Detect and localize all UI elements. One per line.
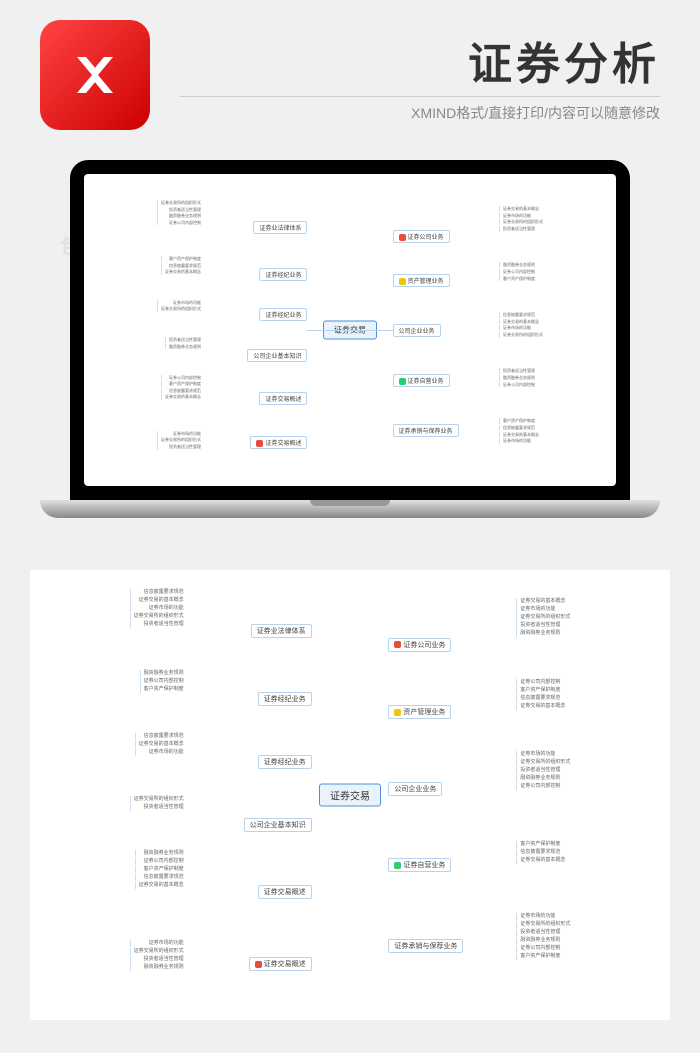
xmind-logo-icon: [40, 20, 150, 130]
mindmap-center-node: 证券交易: [319, 784, 381, 807]
leaf-cluster: 证券公司内部控制客户资产保护制度信息披露要求规范证券交易的基本概念: [161, 374, 201, 401]
branch-node: 证券业法律体系: [251, 624, 312, 638]
leaf-cluster: 证券交易所的组织形式投资者适当性管理融资融券业务规则证券公司内部控制: [157, 199, 201, 226]
branch-node: 证券经纪业务: [258, 755, 312, 769]
leaf-cluster: 证券公司内部控制客户资产保护制度信息披露要求规范证券交易的基本概念: [516, 678, 565, 711]
branch-node: 证券交易概述: [258, 885, 312, 899]
branch-node: 证券交易概述: [249, 957, 312, 971]
page-title: 证券分析: [180, 28, 660, 92]
priority-marker-icon: [256, 440, 263, 447]
branch-node: 资产管理业务: [388, 705, 451, 719]
branch-node: 证券公司业务: [393, 230, 450, 243]
branch-node: 证券自营业务: [393, 374, 450, 387]
leaf-cluster: 证券交易的基本概念证券市场的功能证券交易所的组织形式投资者适当性管理融资融券业务…: [516, 597, 570, 638]
mindmap-small: 证券交易 证券公司业务 资产管理业务 公司企业业务 证券自营业务 证券承销与保荐…: [84, 174, 616, 486]
branch-node: 证券交易概述: [259, 392, 307, 405]
leaf-cluster: 客户资产保护制度信息披露要求规范证券交易的基本概念: [161, 255, 201, 276]
laptop-notch: [310, 500, 390, 506]
branch-node: 证券承销与保荐业务: [393, 424, 459, 437]
branch-node: 公司企业基本知识: [247, 349, 307, 362]
priority-marker-icon: [394, 709, 401, 716]
leaf-cluster: 证券交易所的组织形式投资者适当性管理: [130, 795, 184, 812]
leaf-cluster: 证券市场的功能证券交易所的组织形式: [157, 299, 201, 313]
branch-node: 证券自营业务: [388, 858, 451, 872]
leaf-cluster: 投资者适当性管理融资融券业务规则: [165, 336, 201, 350]
leaf-cluster: 信息披露要求规范证券交易的基本概念证券市场的功能证券交易所的组织形式投资者适当性…: [130, 588, 184, 629]
branch-node: 公司企业基本知识: [244, 818, 312, 832]
branch-node: 证券公司业务: [388, 638, 451, 652]
leaf-cluster: 证券市场的功能证券交易所的组织形式投资者适当性管理融资融券业务规则证券公司内部控…: [516, 912, 570, 961]
priority-marker-icon: [255, 961, 262, 968]
leaf-cluster: 客户资产保护制度信息披露要求规范证券交易的基本概念: [516, 840, 565, 865]
leaf-cluster: 融资融券业务规则证券公司内部控制客户资产保护制度: [140, 669, 184, 694]
laptop-base: [40, 500, 660, 518]
connector-line: [350, 330, 393, 331]
priority-marker-icon: [399, 278, 406, 285]
branch-node: 公司企业业务: [393, 324, 441, 337]
page-subtitle: XMIND格式/直接打印/内容可以随意修改: [180, 96, 660, 123]
mindmap-large: 证券交易 证券公司业务 资产管理业务 公司企业业务 证券自营业务 证券承销与保荐…: [30, 570, 670, 1020]
priority-marker-icon: [399, 378, 406, 385]
leaf-cluster: 证券市场的功能证券交易所的组织形式投资者适当性管理融资融券业务规则证券公司内部控…: [516, 750, 570, 791]
branch-node: 资产管理业务: [393, 274, 450, 287]
branch-node: 证券经纪业务: [258, 692, 312, 706]
title-block: 证券分析 XMIND格式/直接打印/内容可以随意修改: [180, 28, 660, 123]
leaf-cluster: 信息披露要求规范证券交易的基本概念证券市场的功能证券交易所的组织形式: [499, 311, 543, 338]
leaf-cluster: 证券市场的功能证券交易所的组织形式投资者适当性管理融资融券业务规则: [130, 939, 184, 972]
leaf-cluster: 投资者适当性管理融资融券业务规则证券公司内部控制: [499, 367, 535, 388]
priority-marker-icon: [394, 862, 401, 869]
branch-node: 证券经纪业务: [259, 308, 307, 321]
laptop-display: 证券交易 证券公司业务 资产管理业务 公司企业业务 证券自营业务 证券承销与保荐…: [84, 174, 616, 486]
branch-node: 证券承销与保荐业务: [388, 939, 463, 953]
branch-node: 公司企业业务: [388, 782, 442, 796]
priority-marker-icon: [399, 234, 406, 241]
branch-node: 证券业法律体系: [253, 221, 307, 234]
full-mindmap-preview: 证券交易 证券公司业务 资产管理业务 公司企业业务 证券自营业务 证券承销与保荐…: [30, 570, 670, 1020]
leaf-cluster: 融资融券业务规则证券公司内部控制客户资产保护制度: [499, 261, 535, 282]
leaf-cluster: 信息披露要求规范证券交易的基本概念证券市场的功能: [135, 732, 184, 757]
xmind-x-icon: [65, 45, 125, 105]
priority-marker-icon: [394, 641, 401, 648]
leaf-cluster: 证券交易的基本概念证券市场的功能证券交易所的组织形式投资者适当性管理: [499, 205, 543, 232]
branch-node: 证券交易概述: [250, 436, 307, 449]
connector-line: [307, 330, 350, 331]
branch-node: 证券经纪业务: [259, 268, 307, 281]
header: 证券分析 XMIND格式/直接打印/内容可以随意修改: [0, 20, 700, 130]
leaf-cluster: 客户资产保护制度信息披露要求规范证券交易的基本概念证券市场的功能: [499, 417, 539, 444]
laptop-mockup: 证券交易 证券公司业务 资产管理业务 公司企业业务 证券自营业务 证券承销与保荐…: [70, 160, 630, 518]
leaf-cluster: 融资融券业务规则证券公司内部控制客户资产保护制度信息披露要求规范证券交易的基本概…: [135, 849, 184, 890]
laptop-screen: 证券交易 证券公司业务 资产管理业务 公司企业业务 证券自营业务 证券承销与保荐…: [70, 160, 630, 500]
leaf-cluster: 证券市场的功能证券交易所的组织形式投资者适当性管理: [157, 430, 201, 451]
